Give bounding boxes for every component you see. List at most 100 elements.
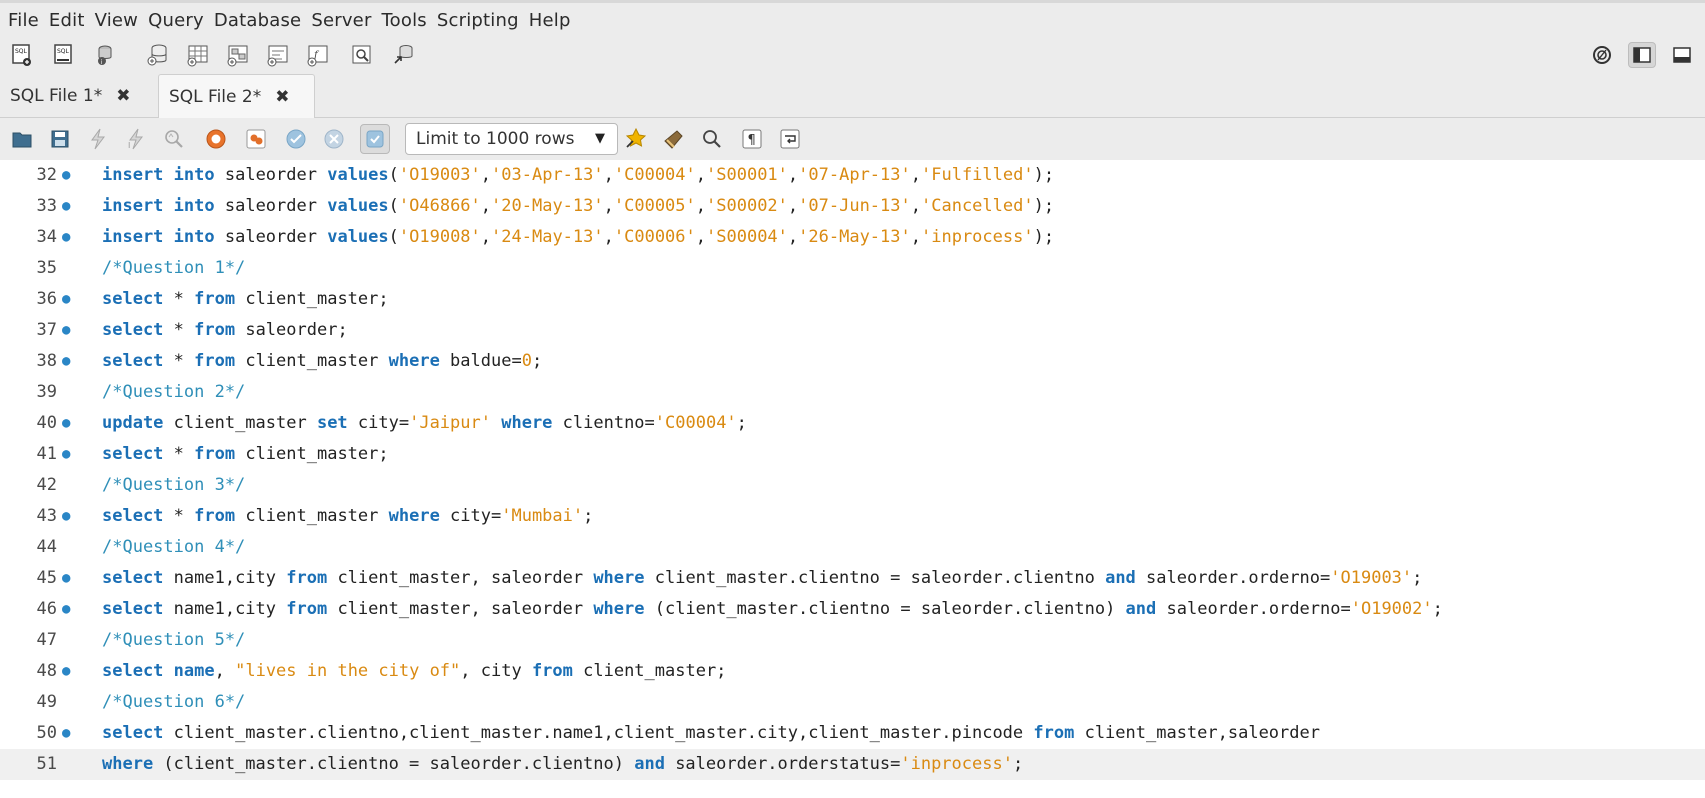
code-line[interactable]: 42 /*Question 3*/ [0,470,1705,501]
beautify-icon[interactable] [624,127,648,151]
tab-sql-file-1[interactable]: SQL File 1* ✖ [0,74,155,118]
keyword-token: update [102,413,164,433]
menu-view[interactable]: View [95,10,139,31]
code-line[interactable]: 50 ● select client_master.clientno,client_… [0,718,1705,749]
workbench-logo-icon[interactable] [1588,42,1616,68]
code-line[interactable]: 40 ● update client_master set city='Jaipur… [0,408,1705,439]
line-number: 38 [36,351,57,371]
explain-icon[interactable] [162,127,186,151]
statement-marker-icon: ● [62,322,71,338]
code-line[interactable]: 32 ● insert into saleorder values('O19003'… [0,160,1705,191]
open-file-icon[interactable] [10,127,34,151]
find-icon[interactable] [700,127,724,151]
code-line[interactable]: 51 where (client_master.clientno = saleor… [0,749,1705,780]
line-number: 48 [36,661,57,681]
limit-rows-select[interactable]: Limit to 1000 rows ▼ [405,123,618,155]
commit-icon[interactable] [284,127,308,151]
execute-icon[interactable] [86,127,110,151]
code-token: (client_master.clientno = saleorder.clie… [153,754,635,774]
string-token: 'S00004' [706,227,788,247]
rollback-icon[interactable] [322,127,346,151]
code-line[interactable]: 34 ● insert into saleorder values('O19008'… [0,222,1705,253]
code-token: , [480,165,492,185]
menu-help[interactable]: Help [529,10,571,31]
open-sql-script-icon[interactable]: SQL [52,42,76,68]
tab-sql-file-2[interactable]: SQL File 2* ✖ [158,74,315,118]
save-icon[interactable] [48,127,72,151]
code-line[interactable]: 41 ● select * from client_master; [0,439,1705,470]
code-token: client_master; [572,661,727,681]
toggle-error-icon[interactable] [244,127,268,151]
menu-scripting[interactable]: Scripting [437,10,519,31]
execute-current-icon[interactable]: I [124,127,148,151]
create-function-icon[interactable]: f [306,42,330,68]
string-token: 'O19002' [1350,599,1433,619]
line-code: select * from client_master; [102,439,389,470]
menu-file[interactable]: File [8,10,39,31]
snippets-icon[interactable] [662,127,686,151]
close-icon[interactable]: ✖ [275,87,289,107]
code-token: * [163,289,195,309]
code-line[interactable]: 44 /*Question 4*/ [0,532,1705,563]
inspector-icon[interactable]: i [94,42,118,68]
comment-token: /*Question 6*/ [102,692,246,712]
statement-marker-icon: ● [62,291,71,307]
code-line[interactable]: 47 /*Question 5*/ [0,625,1705,656]
code-line[interactable]: 38 ● select * from client_master where bal… [0,346,1705,377]
code-line[interactable]: 46 ● select name1,city from client_master,… [0,594,1705,625]
code-token: clientno= [552,413,655,433]
invisible-chars-icon[interactable]: ¶ [740,127,764,151]
sql-code-editor[interactable]: 32 ● insert into saleorder values('O19003'… [0,160,1705,798]
keyword-token: where [501,413,553,433]
comment-token: /*Question 1*/ [102,258,246,278]
code-line[interactable]: 36 ● select * from client_master; [0,284,1705,315]
code-token: client_master; [235,444,389,464]
toggle-output-panel-icon[interactable] [1668,42,1696,68]
menu-tools[interactable]: Tools [382,10,427,31]
close-icon[interactable]: ✖ [116,86,130,106]
search-table-data-icon[interactable] [350,42,374,68]
code-token: , [910,196,921,216]
code-token: baldue= [439,351,522,371]
code-line[interactable]: 35 /*Question 1*/ [0,253,1705,284]
string-token: 'C00004' [613,165,696,185]
create-procedure-icon[interactable] [266,42,290,68]
code-line[interactable]: 39 /*Question 2*/ [0,377,1705,408]
menu-server[interactable]: Server [311,10,371,31]
string-token: 'C00004' [654,413,737,433]
keyword-token: values [327,227,389,247]
statement-marker-icon: ● [62,229,71,245]
svg-text:SQL: SQL [15,48,28,55]
keyword-token: into [173,165,215,185]
create-view-icon[interactable] [226,42,250,68]
code-line[interactable]: 48 ● select name, "lives in the city of", … [0,656,1705,687]
menu-query[interactable]: Query [148,10,204,31]
keyword-token: from [194,444,236,464]
keyword-token: and [1105,568,1136,588]
string-token: 'C00005' [613,196,696,216]
menu-edit[interactable]: Edit [49,10,85,31]
string-token: 'Jaipur' [409,413,491,433]
code-token: client_master [235,506,389,526]
create-schema-icon[interactable] [146,42,170,68]
code-line[interactable]: 49 /*Question 6*/ [0,687,1705,718]
menu-bar: File Edit View Query Database Server Too… [0,0,1705,38]
line-number: 41 [36,444,57,464]
toggle-sidebar-icon[interactable] [1628,42,1656,68]
line-code: select name1,city from client_master, sa… [102,563,1422,594]
code-line[interactable]: 37 ● select * from saleorder; [0,315,1705,346]
menu-database[interactable]: Database [214,10,302,31]
wrap-lines-icon[interactable] [778,127,802,151]
reconnect-icon[interactable] [392,42,416,68]
stop-icon[interactable] [204,127,228,151]
create-table-icon[interactable] [186,42,210,68]
statement-marker-icon: ● [62,415,71,431]
code-line[interactable]: 33 ● insert into saleorder values('O46866'… [0,191,1705,222]
new-sql-tab-icon[interactable]: SQL [10,42,34,68]
code-line[interactable]: 43 ● select * from client_master where cit… [0,501,1705,532]
code-line[interactable]: 45 ● select name1,city from client_master,… [0,563,1705,594]
autocommit-icon[interactable] [360,124,390,154]
tab-label: SQL File 1* [10,86,103,106]
code-token: ; [1012,754,1024,774]
